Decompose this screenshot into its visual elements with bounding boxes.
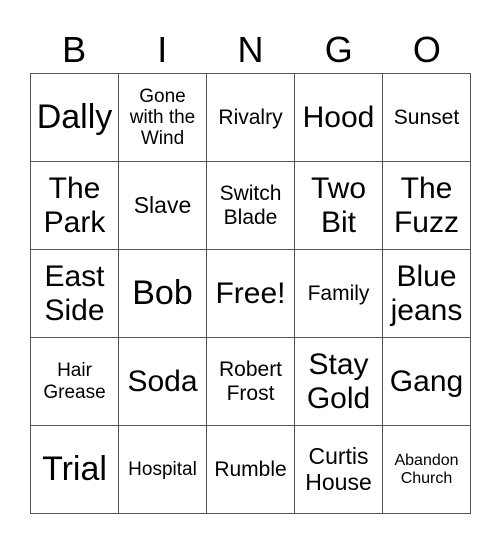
bingo-cell: Abandon Church <box>383 426 471 514</box>
bingo-cell: Rumble <box>207 426 295 514</box>
bingo-cell: Hair Grease <box>31 338 119 426</box>
bingo-cell: Sunset <box>383 74 471 162</box>
bingo-cell: Curtis House <box>295 426 383 514</box>
bingo-cell: Trial <box>31 426 119 514</box>
bingo-cell: Slave <box>119 162 207 250</box>
bingo-cell: East Side <box>31 250 119 338</box>
bingo-cell: Stay Gold <box>295 338 383 426</box>
bingo-cell: Gang <box>383 338 471 426</box>
bingo-cell: Hood <box>295 74 383 162</box>
header-letter-g: G <box>324 29 353 70</box>
bingo-cell: Robert Frost <box>207 338 295 426</box>
bingo-grid: Dally Gone with the Wind Rivalry Hood Su… <box>30 73 471 514</box>
bingo-cell: Hospital <box>119 426 207 514</box>
bingo-cell: The Fuzz <box>383 162 471 250</box>
bingo-header: B I N G O <box>30 28 471 72</box>
bingo-cell: Blue jeans <box>383 250 471 338</box>
bingo-cell: Soda <box>119 338 207 426</box>
bingo-cell: Bob <box>119 250 207 338</box>
bingo-cell: The Park <box>31 162 119 250</box>
bingo-cell: Family <box>295 250 383 338</box>
header-letter-b: B <box>62 29 87 70</box>
bingo-cell: Dally <box>31 74 119 162</box>
header-letter-i: I <box>157 29 168 70</box>
bingo-cell: Rivalry <box>207 74 295 162</box>
bingo-cell-free: Free! <box>207 250 295 338</box>
bingo-cell: Gone with the Wind <box>119 74 207 162</box>
header-letter-n: N <box>237 29 264 70</box>
bingo-cell: Switch Blade <box>207 162 295 250</box>
bingo-cell: Two Bit <box>295 162 383 250</box>
header-letter-o: O <box>412 29 441 70</box>
